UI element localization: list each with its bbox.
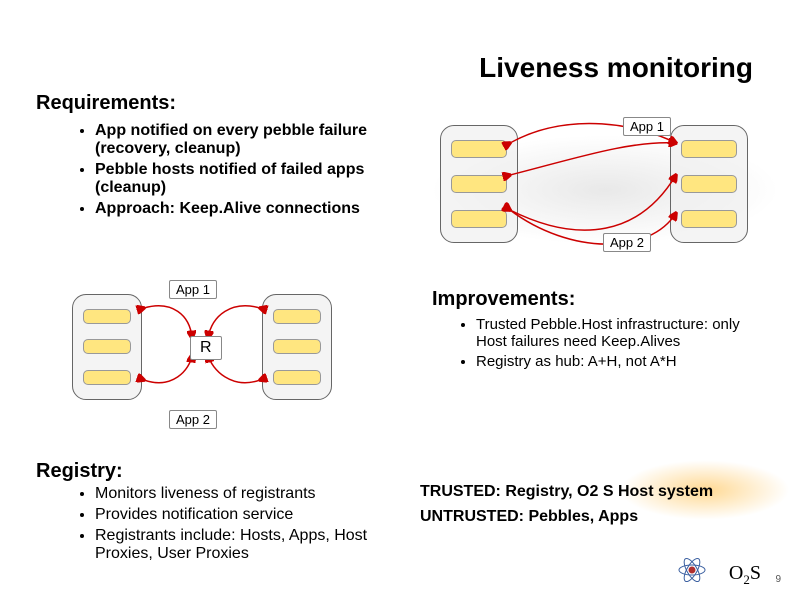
brand-text: O2S: [729, 562, 761, 588]
app2-label: App 2: [603, 233, 651, 252]
untrusted-text: UNTRUSTED: Pebbles, Apps: [420, 508, 638, 526]
app1-label: App 1: [623, 117, 671, 136]
list-item: App notified on every pebble failure (re…: [95, 122, 395, 158]
atom-icon: [677, 555, 707, 585]
list-item: Provides notification service: [95, 506, 405, 524]
list-item: Registrants include: Hosts, Apps, Host P…: [95, 527, 405, 563]
improvements-list: Trusted Pebble.Host infrastructure: only…: [476, 316, 766, 373]
registry-label: R: [190, 336, 222, 360]
list-item: Approach: Keep.Alive connections: [95, 200, 395, 218]
list-item: Registry as hub: A+H, not A*H: [476, 353, 766, 370]
improvements-heading: Improvements:: [432, 288, 575, 311]
requirements-list: App notified on every pebble failure (re…: [95, 122, 395, 221]
trusted-text: TRUSTED: Registry, O2 S Host system: [420, 483, 713, 501]
slide-title: Liveness monitoring: [479, 52, 753, 84]
list-item: Pebble hosts notified of failed apps (cl…: [95, 161, 395, 197]
app1-label: App 1: [169, 280, 217, 299]
diagram-apps-hosts: App 1 App 2: [440, 115, 770, 265]
list-item: Trusted Pebble.Host infrastructure: only…: [476, 316, 766, 350]
registry-heading: Registry:: [36, 460, 123, 483]
list-item: Monitors liveness of registrants: [95, 485, 405, 503]
app2-label: App 2: [169, 410, 217, 429]
requirements-heading: Requirements:: [36, 92, 176, 115]
registry-list: Monitors liveness of registrants Provide…: [95, 485, 405, 566]
diagram-registry: App 1 R App 2: [72, 280, 372, 440]
slide-number: 9: [775, 574, 781, 585]
